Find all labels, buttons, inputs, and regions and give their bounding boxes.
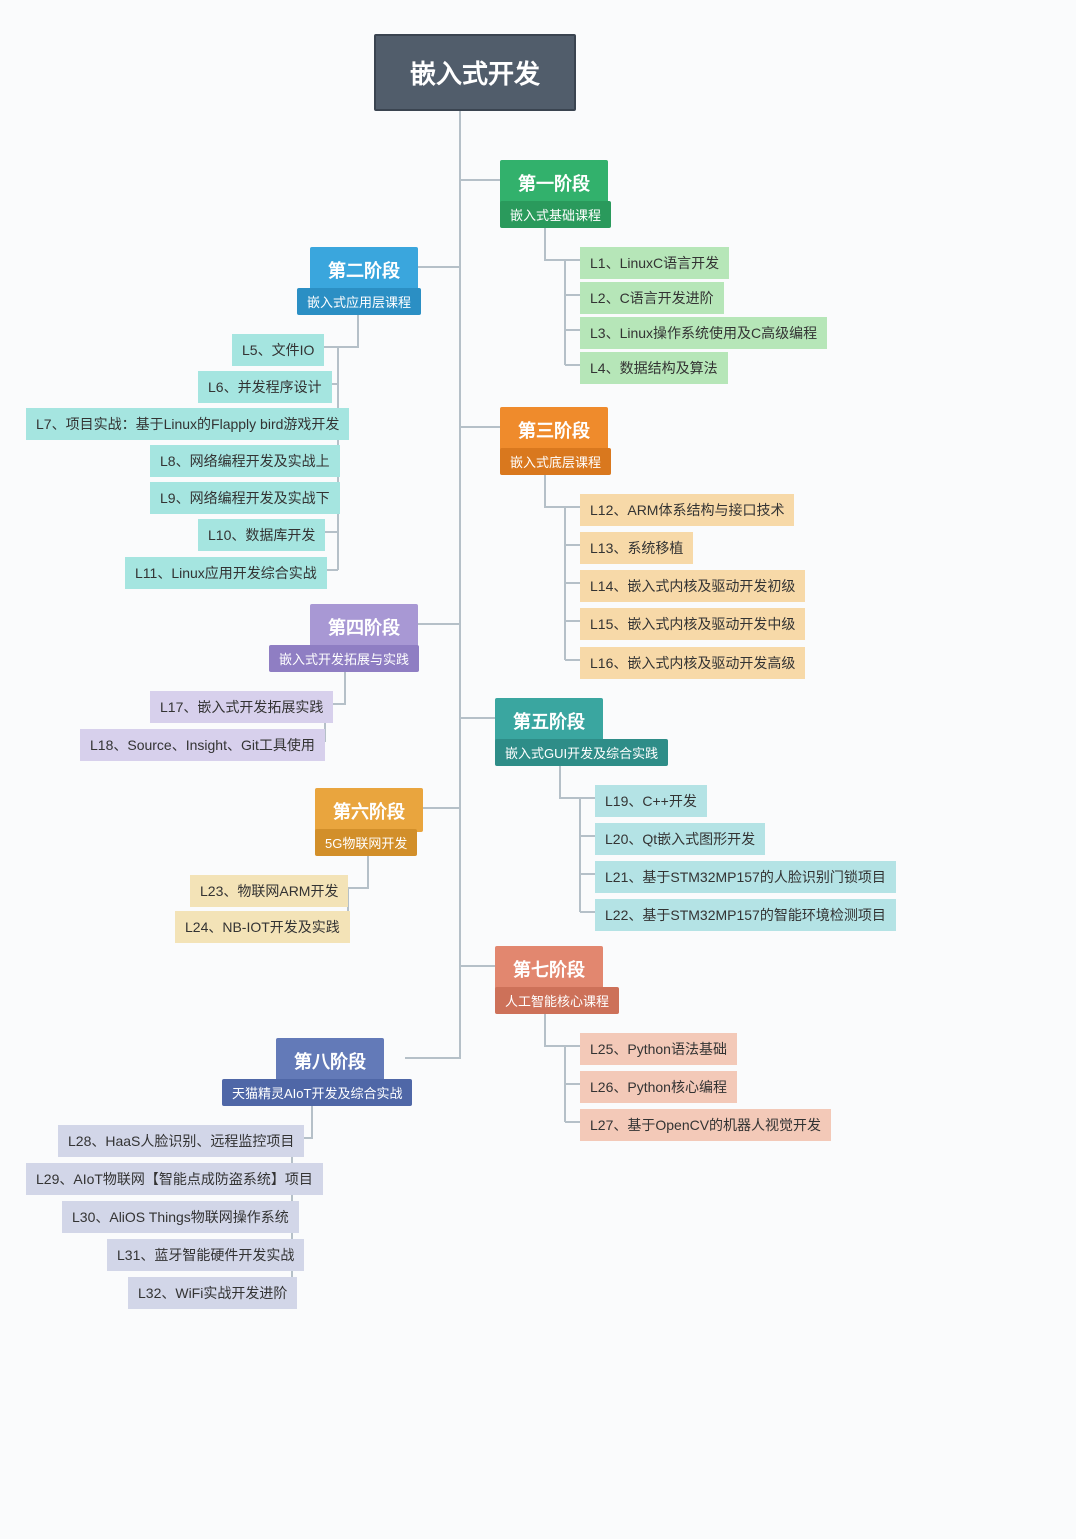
leaf-l2: L2、C语言开发进阶	[580, 282, 724, 314]
stage-1-subtitle: 嵌入式基础课程	[500, 201, 611, 228]
leaf-l18: L18、Source、Insight、Git工具使用	[80, 729, 325, 761]
leaf-l16: L16、嵌入式内核及驱动开发高级	[580, 647, 805, 679]
leaf-l28: L28、HaaS人脸识别、远程监控项目	[58, 1125, 304, 1157]
leaf-l29: L29、AIoT物联网【智能点成防盗系统】项目	[26, 1163, 323, 1195]
leaf-l5: L5、文件IO	[232, 334, 324, 366]
leaf-l4: L4、数据结构及算法	[580, 352, 728, 384]
stage-8-title: 第八阶段	[276, 1038, 384, 1082]
stage-3-title: 第三阶段	[500, 407, 608, 451]
leaf-l1: L1、LinuxC语言开发	[580, 247, 729, 279]
stage-5-subtitle: 嵌入式GUI开发及综合实践	[495, 739, 668, 766]
leaf-l3: L3、Linux操作系统使用及C高级编程	[580, 317, 827, 349]
leaf-l8: L8、网络编程开发及实战上	[150, 445, 340, 477]
leaf-l22: L22、基于STM32MP157的智能环境检测项目	[595, 899, 896, 931]
stage-7-subtitle: 人工智能核心课程	[495, 987, 619, 1014]
stage-4-title: 第四阶段	[310, 604, 418, 648]
leaf-l26: L26、Python核心编程	[580, 1071, 737, 1103]
root-node: 嵌入式开发	[374, 34, 576, 111]
leaf-l25: L25、Python语法基础	[580, 1033, 737, 1065]
leaf-l13: L13、系统移植	[580, 532, 693, 564]
leaf-l9: L9、网络编程开发及实战下	[150, 482, 340, 514]
leaf-l21: L21、基于STM32MP157的人脸识别门锁项目	[595, 861, 896, 893]
stage-2-title: 第二阶段	[310, 247, 418, 291]
leaf-l15: L15、嵌入式内核及驱动开发中级	[580, 608, 805, 640]
stage-5-title: 第五阶段	[495, 698, 603, 742]
leaf-l19: L19、C++开发	[595, 785, 707, 817]
stage-8-subtitle: 天猫精灵AIoT开发及综合实战	[222, 1079, 412, 1106]
stage-3-subtitle: 嵌入式底层课程	[500, 448, 611, 475]
leaf-l31: L31、蓝牙智能硬件开发实战	[107, 1239, 304, 1271]
leaf-l23: L23、物联网ARM开发	[190, 875, 348, 907]
leaf-l17: L17、嵌入式开发拓展实践	[150, 691, 333, 723]
leaf-l10: L10、数据库开发	[198, 519, 325, 551]
leaf-l30: L30、AliOS Things物联网操作系统	[62, 1201, 299, 1233]
leaf-l20: L20、Qt嵌入式图形开发	[595, 823, 765, 855]
leaf-l32: L32、WiFi实战开发进阶	[128, 1277, 297, 1309]
stage-6-subtitle: 5G物联网开发	[315, 829, 417, 856]
leaf-l12: L12、ARM体系结构与接口技术	[580, 494, 794, 526]
stage-6-title: 第六阶段	[315, 788, 423, 832]
leaf-l11: L11、Linux应用开发综合实战	[125, 557, 327, 589]
leaf-l24: L24、NB-IOT开发及实践	[175, 911, 350, 943]
leaf-l27: L27、基于OpenCV的机器人视觉开发	[580, 1109, 831, 1141]
stage-2-subtitle: 嵌入式应用层课程	[297, 288, 421, 315]
stage-1-title: 第一阶段	[500, 160, 608, 204]
leaf-l14: L14、嵌入式内核及驱动开发初级	[580, 570, 805, 602]
stage-4-subtitle: 嵌入式开发拓展与实践	[269, 645, 419, 672]
stage-7-title: 第七阶段	[495, 946, 603, 990]
leaf-l7: L7、项目实战：基于Linux的Flapply bird游戏开发	[26, 408, 349, 440]
leaf-l6: L6、并发程序设计	[198, 371, 332, 403]
